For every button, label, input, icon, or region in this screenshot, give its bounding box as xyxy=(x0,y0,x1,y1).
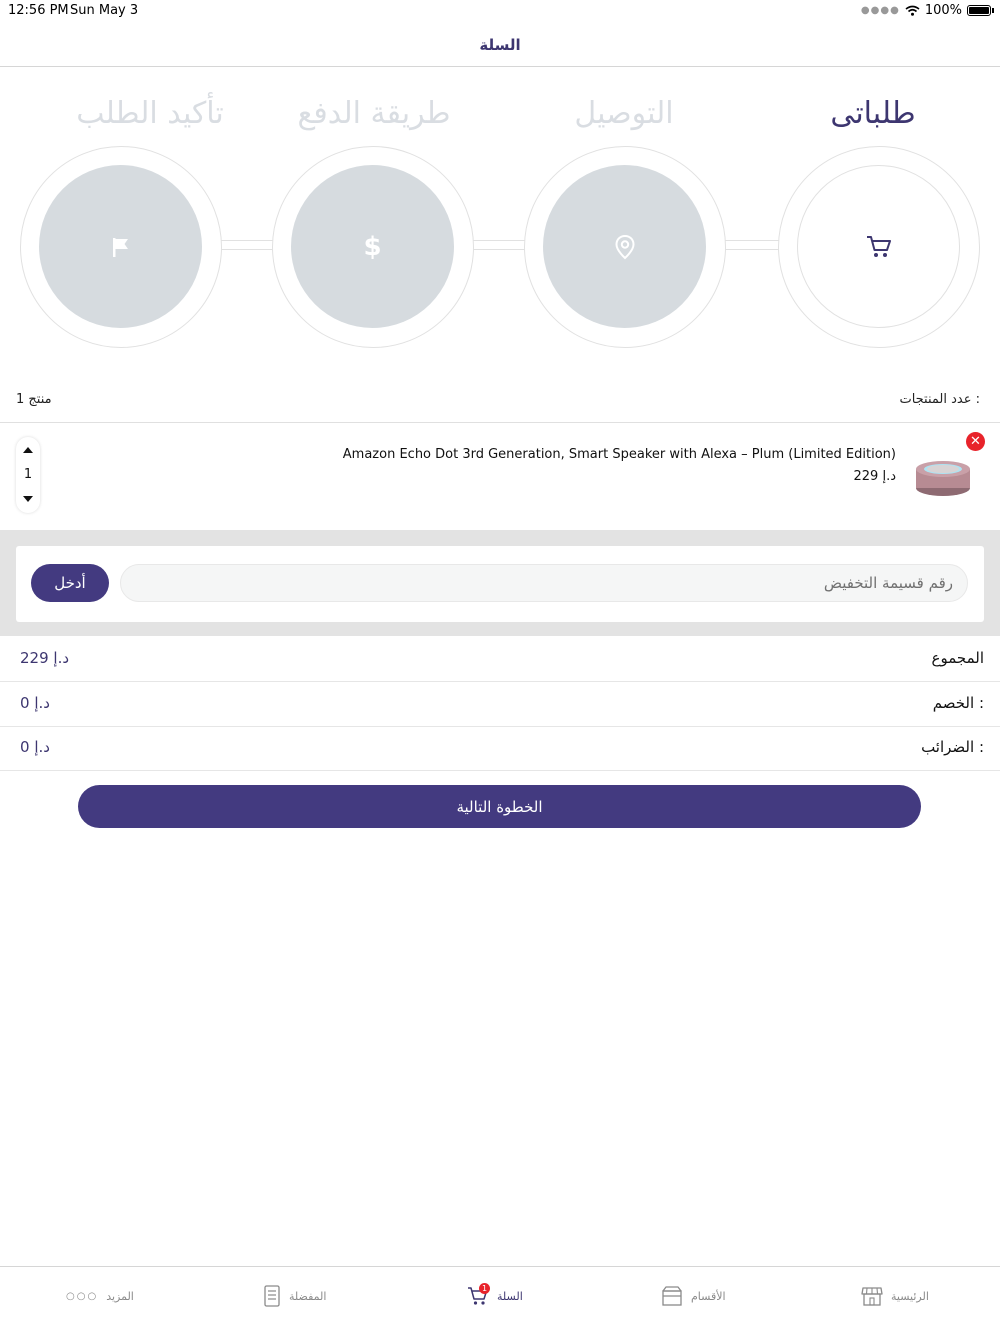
battery-icon xyxy=(967,5,991,16)
products-count-row: عدد المنتجات : 1 منتج xyxy=(0,380,1000,423)
tab-favorites-label: المفضلة xyxy=(289,1289,327,1303)
apply-coupon-button[interactable]: أدخل xyxy=(31,564,109,602)
step-confirm[interactable] xyxy=(20,146,222,348)
increase-quantity-button[interactable] xyxy=(23,447,33,453)
product-name[interactable]: Amazon Echo Dot 3rd Generation, Smart Sp… xyxy=(343,447,896,462)
battery-percent: 100% xyxy=(924,3,962,18)
close-icon: ✕ xyxy=(970,434,981,449)
nav-bar: السلة xyxy=(0,22,1000,67)
coupon-card: أدخل xyxy=(16,546,984,622)
step-orders[interactable] xyxy=(778,146,980,348)
tab-home-label: الرئيسية xyxy=(891,1289,929,1303)
step-payment[interactable]: $ xyxy=(272,146,474,348)
product-image[interactable] xyxy=(914,457,972,497)
step-delivery-circle xyxy=(543,165,706,328)
products-count-value: 1 منتج xyxy=(16,392,52,407)
tab-cart[interactable]: 1 السلة xyxy=(467,1283,523,1309)
tab-categories[interactable]: الأقسام xyxy=(661,1283,726,1309)
status-date: Sun May 3 xyxy=(70,3,139,18)
step-label-delivery: التوصيل xyxy=(574,96,674,131)
step-label-orders: طلباتى xyxy=(830,96,916,131)
product-price: 229 د.إ xyxy=(853,469,897,484)
tab-cart-label: السلة xyxy=(497,1289,523,1303)
flag-icon xyxy=(112,237,128,257)
status-bar: 12:56 PM Sun May 3 ●●●● 100% xyxy=(0,0,1000,22)
cart-badge: 1 xyxy=(479,1283,490,1294)
taxes-value: 0 د.إ xyxy=(20,738,50,756)
cart-icon xyxy=(866,235,891,257)
wifi-icon xyxy=(905,5,920,16)
signal-dots-icon: ●●●● xyxy=(860,5,900,16)
step-label-payment: طريقة الدفع xyxy=(297,96,451,131)
tab-more[interactable]: ○○○ المزيد xyxy=(66,1283,134,1309)
store-icon xyxy=(861,1287,883,1306)
products-count-label: عدد المنتجات : xyxy=(899,392,980,407)
page-title: السلة xyxy=(479,36,521,54)
subtotal-value: 229 د.إ xyxy=(20,649,70,667)
discount-value: 0 د.إ xyxy=(20,694,50,712)
decrease-quantity-button[interactable] xyxy=(23,496,33,502)
status-right: ●●●● 100% xyxy=(861,3,994,18)
tab-cart-icon-wrap: 1 xyxy=(467,1283,490,1307)
step-payment-circle: $ xyxy=(291,165,454,328)
taxes-label: الضرائب : xyxy=(921,738,984,756)
location-pin-icon xyxy=(614,234,635,259)
discount-row: الخصم : 0 د.إ xyxy=(0,682,1000,727)
tab-more-label: المزيد xyxy=(106,1289,134,1303)
tab-favorites[interactable]: المفضلة xyxy=(263,1283,326,1309)
quantity-value: 1 xyxy=(23,467,33,482)
document-list-icon xyxy=(264,1285,280,1307)
step-orders-circle xyxy=(797,165,960,328)
subtotal-row: المجموع 229 د.إ xyxy=(0,637,1000,682)
step-label-confirm: تأكيد الطلب xyxy=(76,96,224,131)
cart-item: 1 Amazon Echo Dot 3rd Generation, Smart … xyxy=(0,423,1000,529)
tab-categories-label: الأقسام xyxy=(691,1289,726,1303)
quantity-stepper: 1 xyxy=(16,437,40,513)
step-confirm-circle xyxy=(39,165,202,328)
tab-bar: ○○○ المزيد المفضلة 1 السلة الأقسام الرئي… xyxy=(0,1266,1000,1335)
dollar-icon: $ xyxy=(363,231,382,262)
subtotal-label: المجموع xyxy=(931,649,984,667)
battery-tip xyxy=(992,8,994,13)
tab-home[interactable]: الرئيسية xyxy=(861,1283,929,1309)
coupon-code-input[interactable] xyxy=(120,564,968,602)
box-icon xyxy=(662,1286,682,1306)
step-delivery[interactable] xyxy=(524,146,726,348)
discount-label: الخصم : xyxy=(932,694,984,712)
status-time: 12:56 PM xyxy=(8,3,69,18)
remove-item-button[interactable]: ✕ xyxy=(966,432,985,451)
next-step-button[interactable]: الخطوة التالية xyxy=(78,785,921,828)
coupon-section: أدخل xyxy=(0,530,1000,636)
more-dots-icon: ○○○ xyxy=(66,1290,99,1302)
taxes-row: الضرائب : 0 د.إ xyxy=(0,726,1000,771)
step-connector xyxy=(720,240,786,250)
